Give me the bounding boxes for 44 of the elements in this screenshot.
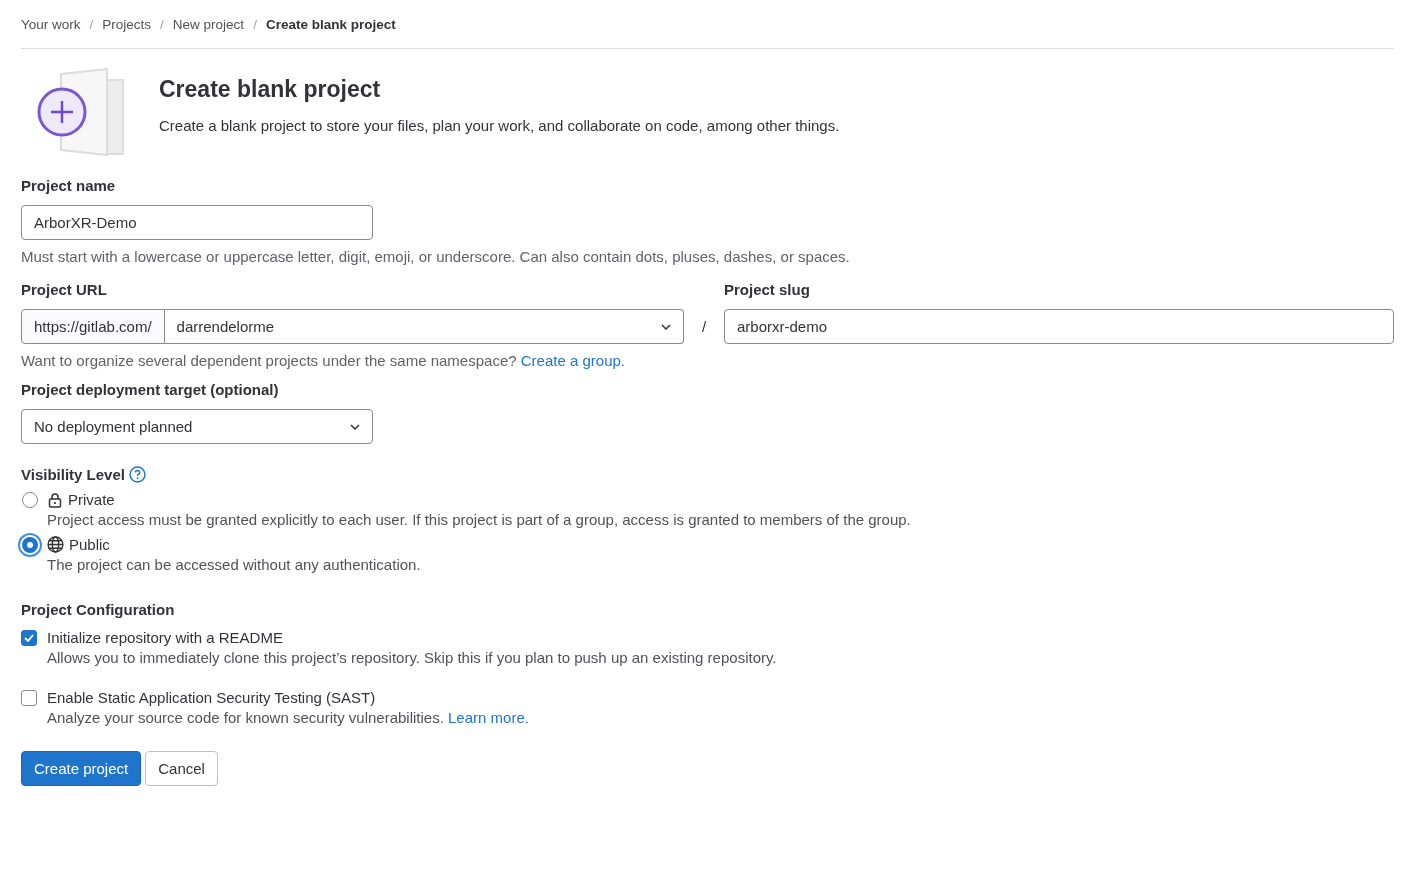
- option-description: Allows you to immediately clone this project’s repository. Skip this if you plan to push up an existing repository.: [47, 649, 778, 666]
- url-prefix: https://gitlab.com/: [21, 309, 165, 344]
- cancel-button[interactable]: Cancel: [145, 751, 218, 786]
- breadcrumb-link[interactable]: Create blank project: [265, 16, 396, 32]
- chevron-down-icon: [350, 423, 360, 430]
- checkbox[interactable]: [21, 689, 37, 706]
- globe-icon: [47, 536, 64, 553]
- breadcrumb-link[interactable]: Projects: [102, 16, 152, 32]
- namespace-dropdown[interactable]: darrendelorme: [164, 309, 684, 344]
- section-label: Project Configuration: [21, 601, 176, 618]
- project-slug-input[interactable]: arborxr-demo: [724, 309, 1394, 344]
- breadcrumb-separator: /: [89, 16, 94, 32]
- radio-button[interactable]: [22, 536, 38, 553]
- option-label: Enable Static Application Security Testing (SAST): [47, 689, 377, 706]
- field-label: Project slug: [724, 281, 811, 298]
- page-title: Create blank project: [159, 76, 382, 103]
- checkbox[interactable]: [21, 629, 37, 646]
- breadcrumb-separator: /: [160, 16, 164, 32]
- option-description: Project access must be granted explicitly to each user. If this project is part of a group, access is granted to members of the group.: [47, 511, 912, 528]
- option-label: Initialize repository with a README: [47, 629, 284, 646]
- breadcrumb-separator: /: [253, 16, 257, 32]
- chevron-down-icon: [661, 323, 671, 330]
- field-label: Project name: [21, 177, 117, 194]
- option-label: Public: [69, 536, 110, 553]
- project-name-input[interactable]: ArborXR-Demo: [21, 205, 373, 240]
- help-icon[interactable]: [128, 466, 146, 483]
- checkmark-icon: [24, 633, 34, 642]
- field-label: Visibility Level: [21, 466, 125, 483]
- create-group-link[interactable]: Create a group.: [520, 352, 625, 369]
- option-description: The project can be accessed without any authentication.: [47, 556, 422, 573]
- help-text: Must start with a lowercase or uppercase letter, digit, emoji, or underscore. Can also contain dots, pluses, dashes, or spaces.: [21, 248, 851, 265]
- breadcrumb-link[interactable]: Your work: [21, 16, 81, 32]
- option-label: Private: [68, 491, 115, 508]
- option-description: Analyze your source code for known security vulnerabilities. Learn more.: [47, 709, 530, 726]
- lock-icon: [47, 491, 63, 508]
- deployment-target-dropdown[interactable]: No deployment planned: [21, 409, 373, 444]
- breadcrumb-link[interactable]: New project: [172, 16, 245, 32]
- page-description: Create a blank project to store your files, plan your work, and collaborate on code, among other things.: [159, 117, 840, 134]
- field-label: Project deployment target (optional): [21, 381, 280, 398]
- field-label: Project URL: [21, 281, 108, 298]
- create-project-button[interactable]: Create project: [21, 751, 142, 786]
- help-text: Want to organize several dependent projects under the same namespace? Create a group.: [21, 352, 626, 369]
- learn-more-link[interactable]: Learn more.: [448, 709, 529, 726]
- path-separator: /: [700, 318, 708, 335]
